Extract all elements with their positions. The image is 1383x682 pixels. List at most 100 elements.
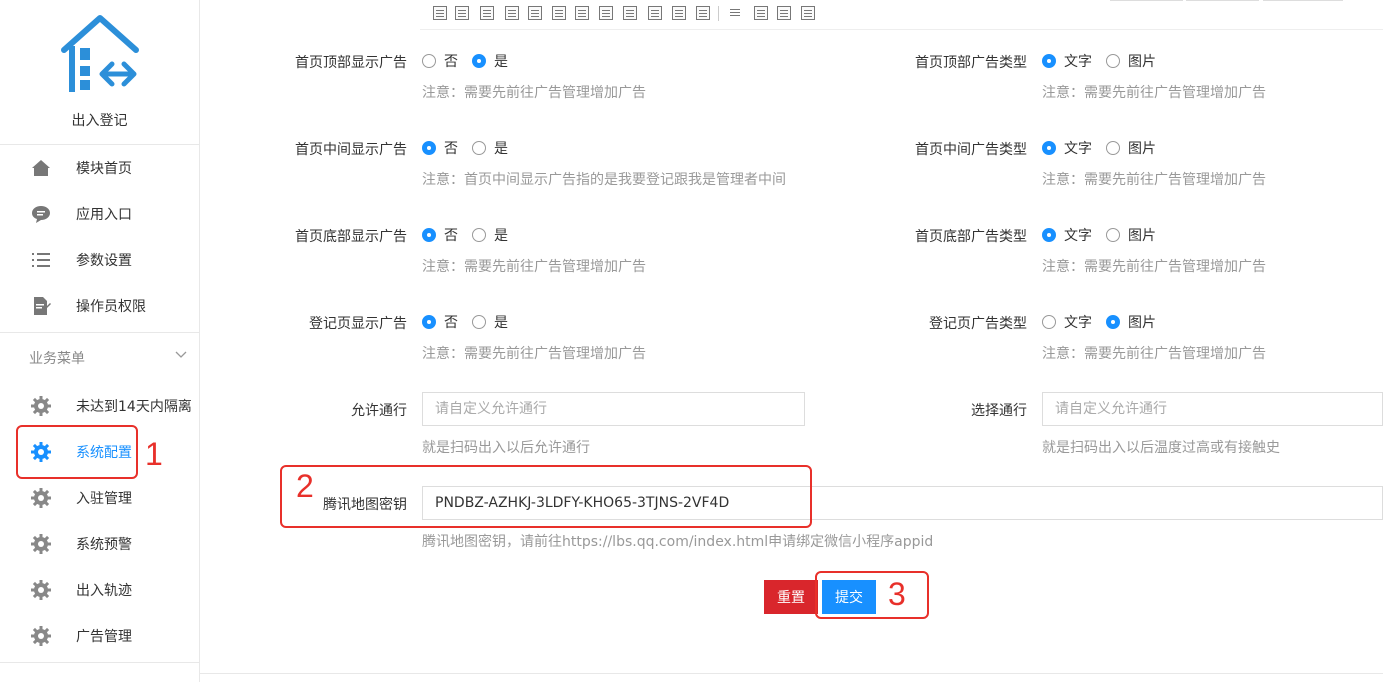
paste-icon[interactable] (801, 6, 815, 20)
radio-circle[interactable] (1042, 315, 1056, 329)
field-hint: 就是扫码出入以后温度过高或有接触史 (1042, 440, 1280, 456)
print-icon[interactable] (777, 6, 791, 20)
sidebar-item-label: 出入轨迹 (76, 583, 132, 599)
sidebar-item-label: 未达到14天内隔离 (76, 399, 192, 415)
house-logo-icon (61, 15, 139, 92)
field-hint: 注意：需要先前往广告管理增加广告 (1042, 346, 1266, 362)
radio-option-image[interactable]: 图片 (1106, 138, 1156, 158)
sidebar-item-quarantine[interactable]: 未达到14天内隔离 (0, 383, 199, 429)
radio-circle[interactable] (422, 228, 436, 242)
radio-circle[interactable] (472, 54, 486, 68)
radio-label: 是 (494, 228, 508, 244)
radio-option-yes[interactable]: 是 (472, 225, 508, 245)
insert-row-icon[interactable] (480, 6, 494, 20)
radio-circle[interactable] (1106, 315, 1120, 329)
radio-circle[interactable] (1042, 228, 1056, 242)
field-hint: 注意：需要先前往广告管理增加广告 (422, 85, 646, 101)
divider (0, 662, 199, 663)
radio-circle[interactable] (472, 315, 486, 329)
radio-option-no[interactable]: 否 (422, 51, 458, 71)
toolbar-dropdown-edge (1186, 0, 1259, 1)
radio-option-image[interactable]: 图片 (1106, 51, 1156, 71)
home-top-ad-toggle: 否 是 (422, 51, 522, 71)
sidebar-item-tenants[interactable]: 入驻管理 (0, 475, 199, 521)
radio-circle[interactable] (422, 54, 436, 68)
field-hint: 注意：需要先前往广告管理增加广告 (1042, 259, 1266, 275)
radio-label: 否 (444, 54, 458, 70)
radio-circle[interactable] (1042, 141, 1056, 155)
home-bottom-ad-toggle: 否 是 (422, 225, 522, 245)
split-cols-icon[interactable] (696, 6, 710, 20)
radio-label: 是 (494, 141, 508, 157)
home-top-ad-type: 文字 图片 (1042, 51, 1170, 71)
anchor-icon[interactable] (728, 6, 742, 20)
radio-circle[interactable] (1106, 141, 1120, 155)
radio-label: 是 (494, 315, 508, 331)
sidebar-item-label: 操作员权限 (76, 299, 146, 315)
register-ad-type: 文字 图片 (1042, 312, 1170, 332)
image-icon[interactable] (754, 6, 768, 20)
merge-cells-icon[interactable] (575, 6, 589, 20)
delete-col-icon[interactable] (528, 6, 542, 20)
sidebar-item-params[interactable]: 参数设置 (0, 237, 199, 283)
radio-option-yes[interactable]: 是 (472, 312, 508, 332)
radio-option-no[interactable]: 否 (422, 225, 458, 245)
radio-option-no[interactable]: 否 (422, 138, 458, 158)
merge-down-icon[interactable] (623, 6, 637, 20)
radio-option-image[interactable]: 图片 (1106, 225, 1156, 245)
home-bottom-ad-type: 文字 图片 (1042, 225, 1170, 245)
gear-icon (31, 580, 51, 600)
split-cells-icon[interactable] (648, 6, 662, 20)
insert-col-icon[interactable] (505, 6, 519, 20)
toolbar-dropdown-edge (1263, 0, 1343, 1)
radio-label: 图片 (1128, 228, 1156, 244)
radio-option-yes[interactable]: 是 (472, 51, 508, 71)
gear-icon (31, 488, 51, 508)
sidebar-item-app-entry[interactable]: 应用入口 (0, 191, 199, 237)
radio-label: 否 (444, 228, 458, 244)
chevron-down-icon[interactable] (174, 348, 188, 362)
radio-circle[interactable] (422, 141, 436, 155)
radio-label: 文字 (1064, 315, 1092, 331)
allow-pass-input[interactable] (422, 392, 805, 426)
gear-icon (31, 396, 51, 416)
toolbar-separator (718, 6, 719, 21)
radio-option-text[interactable]: 文字 (1042, 138, 1092, 158)
editor-toolbar (420, 0, 1383, 30)
radio-option-text[interactable]: 文字 (1042, 225, 1092, 245)
radio-option-no[interactable]: 否 (422, 312, 458, 332)
radio-circle[interactable] (422, 315, 436, 329)
annotation-number-1: 1 (145, 436, 163, 472)
field-hint: 就是扫码出入以后允许通行 (422, 440, 590, 456)
table-props-icon[interactable] (455, 6, 469, 20)
split-rows-icon[interactable] (672, 6, 686, 20)
radio-option-text[interactable]: 文字 (1042, 51, 1092, 71)
radio-label: 图片 (1128, 141, 1156, 157)
merge-right-icon[interactable] (599, 6, 613, 20)
radio-circle[interactable] (1106, 228, 1120, 242)
radio-label: 是 (494, 54, 508, 70)
sidebar-item-label: 广告管理 (76, 629, 132, 645)
radio-option-image[interactable]: 图片 (1106, 312, 1156, 332)
radio-label: 图片 (1128, 315, 1156, 331)
sidebar-item-home[interactable]: 模块首页 (0, 145, 199, 191)
radio-circle[interactable] (472, 141, 486, 155)
radio-option-text[interactable]: 文字 (1042, 312, 1092, 332)
sidebar-item-operator-permissions[interactable]: 操作员权限 (0, 283, 199, 329)
gear-icon (31, 626, 51, 646)
reset-button[interactable]: 重置 (764, 580, 818, 614)
app-logo-area: 出入登记 (0, 0, 199, 145)
field-label: 选择通行 (971, 403, 1027, 419)
home-middle-ad-toggle: 否 是 (422, 138, 522, 158)
sidebar-item-ads[interactable]: 广告管理 (0, 613, 199, 659)
field-label: 首页中间显示广告 (295, 142, 407, 158)
split-icon[interactable] (552, 6, 566, 20)
radio-option-yes[interactable]: 是 (472, 138, 508, 158)
table-insert-icon[interactable] (433, 6, 447, 20)
radio-circle[interactable] (1042, 54, 1056, 68)
sidebar-item-system-alert[interactable]: 系统预警 (0, 521, 199, 567)
select-pass-input[interactable] (1042, 392, 1383, 426)
radio-circle[interactable] (1106, 54, 1120, 68)
sidebar-item-track[interactable]: 出入轨迹 (0, 567, 199, 613)
radio-circle[interactable] (472, 228, 486, 242)
